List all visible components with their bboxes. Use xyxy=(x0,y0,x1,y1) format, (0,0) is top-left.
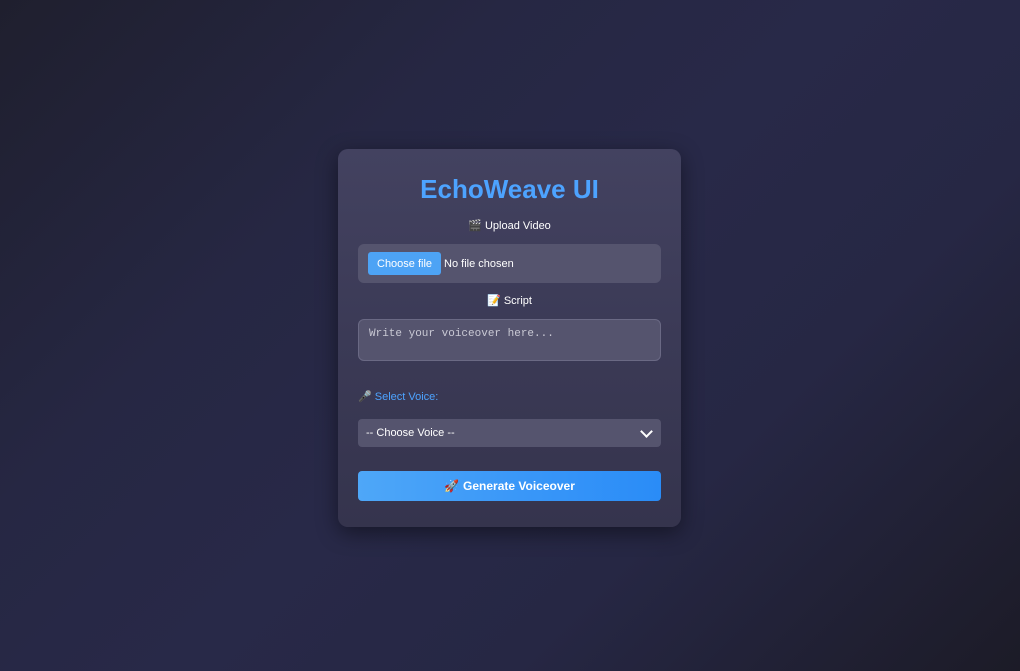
upload-video-label-text: Upload Video xyxy=(484,220,551,232)
script-label: 📝 Script xyxy=(338,294,681,308)
generate-voiceover-label: Generate Voiceover xyxy=(463,479,575,493)
microphone-icon: 🎤 xyxy=(358,391,372,403)
choose-file-button[interactable]: Choose file xyxy=(368,252,442,275)
upload-video-label: 🎬 Upload Video xyxy=(338,219,681,233)
script-label-text: Script xyxy=(503,295,532,307)
memo-icon: 📝 xyxy=(487,295,501,307)
file-status-text: No file chosen xyxy=(444,257,514,270)
select-voice-label-text: Select Voice: xyxy=(374,391,439,403)
chevron-down-icon xyxy=(640,424,653,438)
voice-select-value: -- Choose Voice -- xyxy=(366,427,455,439)
voiceover-card: EchoWeave UI 🎬 Upload Video Choose file … xyxy=(338,149,681,527)
rocket-icon: 🚀 xyxy=(444,479,460,493)
select-voice-label: 🎤 Select Voice: xyxy=(358,390,438,404)
script-textarea[interactable] xyxy=(358,319,661,361)
clapper-board-icon: 🎬 xyxy=(468,220,482,232)
voice-select[interactable]: -- Choose Voice -- xyxy=(358,419,661,447)
app-title: EchoWeave UI xyxy=(420,174,599,204)
file-upload-field[interactable]: Choose file No file chosen xyxy=(358,244,661,283)
generate-voiceover-button[interactable]: 🚀 Generate Voiceover xyxy=(358,471,661,501)
